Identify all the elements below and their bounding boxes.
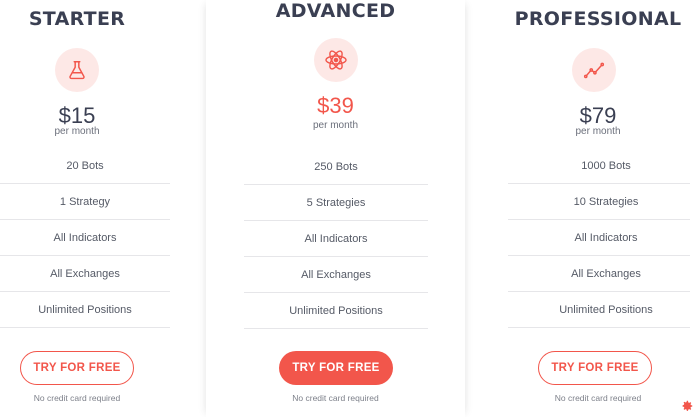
- plan-title: STARTER: [28, 8, 126, 30]
- try-for-free-button[interactable]: TRY FOR FREE: [20, 351, 134, 385]
- plan-period: per month: [575, 126, 621, 137]
- no-credit-card-note: No credit card required: [554, 393, 642, 403]
- feature-item: Unlimited Positions: [508, 292, 690, 328]
- settings-gear-icon[interactable]: [680, 399, 694, 413]
- try-for-free-button[interactable]: TRY FOR FREE: [538, 351, 652, 385]
- feature-item: All Exchanges: [244, 257, 428, 293]
- feature-item: All Exchanges: [0, 256, 170, 292]
- feature-list: 250 Bots 5 Strategies All Indicators All…: [244, 149, 428, 329]
- feature-item: 10 Strategies: [508, 184, 690, 220]
- no-credit-card-note: No credit card required: [292, 393, 379, 403]
- feature-item: All Indicators: [244, 221, 428, 257]
- plan-title: ADVANCED: [275, 0, 396, 22]
- feature-item: 1 Strategy: [0, 184, 170, 220]
- feature-list: 20 Bots 1 Strategy All Indicators All Ex…: [0, 148, 170, 328]
- plan-title: PROFESSIONAL: [514, 8, 682, 30]
- feature-item: 5 Strategies: [244, 185, 428, 221]
- feature-list: 1000 Bots 10 Strategies All Indicators A…: [508, 148, 690, 328]
- feature-item: 250 Bots: [244, 149, 428, 185]
- feature-item: 1000 Bots: [508, 148, 690, 184]
- flask-icon: [55, 48, 99, 92]
- atom-icon: [314, 38, 358, 82]
- plan-card-advanced: ADVANCED $39 per month 250 Bots 5 Strate…: [206, 0, 465, 417]
- feature-item: Unlimited Positions: [244, 293, 428, 329]
- feature-item: All Exchanges: [508, 256, 690, 292]
- feature-item: Unlimited Positions: [0, 292, 170, 328]
- line-chart-icon: [572, 48, 616, 92]
- plan-price: $39: [317, 93, 354, 118]
- feature-item: All Indicators: [0, 220, 170, 256]
- plan-period: per month: [54, 126, 100, 137]
- feature-item: All Indicators: [508, 220, 690, 256]
- plan-card-starter: STARTER $15 per month 20 Bots 1 Strategy…: [0, 0, 200, 417]
- plan-card-professional: PROFESSIONAL $79 per month 1000 Bots 10 …: [470, 0, 700, 417]
- feature-item: 20 Bots: [0, 148, 170, 184]
- no-credit-card-note: No credit card required: [33, 393, 121, 403]
- plan-period: per month: [312, 120, 359, 131]
- try-for-free-button[interactable]: TRY FOR FREE: [279, 351, 393, 385]
